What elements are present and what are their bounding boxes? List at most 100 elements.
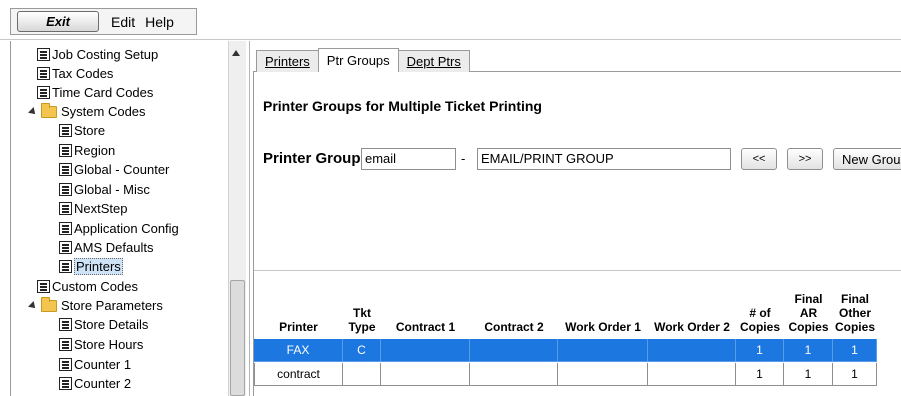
exit-button[interactable]: Exit xyxy=(17,11,99,32)
group-code-input[interactable]: email xyxy=(361,148,456,170)
column-header-text: Contract 2 xyxy=(484,320,544,334)
column-header[interactable]: Tkt Type xyxy=(343,306,381,334)
column-header-text: # of xyxy=(749,306,771,320)
menu-edit[interactable]: Edit xyxy=(111,14,135,30)
document-icon xyxy=(37,86,50,99)
document-icon xyxy=(59,377,72,390)
document-icon xyxy=(59,202,72,215)
table-cell[interactable] xyxy=(470,339,558,362)
tree-item[interactable]: Store Parameters xyxy=(28,296,163,315)
tree-item-label: Custom Codes xyxy=(52,279,138,294)
tree-item-label: Counter 2 xyxy=(74,376,132,391)
column-header-text: Tkt xyxy=(353,306,371,320)
navigation-tree[interactable]: Job Costing Setup Tax Codes Time Card Code… xyxy=(10,41,248,396)
tree-item[interactable]: Printers xyxy=(59,257,123,276)
table-cell[interactable]: 1 xyxy=(784,363,833,386)
tree-item[interactable]: Tax Codes xyxy=(37,64,113,83)
table-cell[interactable]: C xyxy=(343,339,381,362)
column-header-text: Printer xyxy=(279,320,318,334)
document-icon xyxy=(37,48,50,61)
tree-item[interactable]: Custom Codes xyxy=(37,277,138,296)
tree-item-label: Tax Codes xyxy=(52,66,114,81)
tab-dept-ptrs[interactable]: Dept Ptrs xyxy=(397,50,470,72)
table-cell[interactable] xyxy=(558,339,648,362)
document-icon xyxy=(59,124,72,137)
tree-item-label: Time Card Codes xyxy=(52,85,154,100)
document-icon xyxy=(59,222,72,235)
menu-help[interactable]: Help xyxy=(145,14,174,30)
expand-arrow-icon[interactable] xyxy=(28,106,38,117)
tree-item-label: Store Hours xyxy=(74,337,144,352)
tree-item-label: Store xyxy=(74,123,106,138)
tree-item[interactable]: System Codes xyxy=(28,102,146,121)
column-header[interactable]: Final AR Copies xyxy=(784,292,833,334)
printer-group-label: Printer Group xyxy=(263,150,361,167)
expand-arrow-icon[interactable] xyxy=(28,300,38,311)
tree-item[interactable]: Job Costing Setup xyxy=(37,45,158,64)
table-cell[interactable] xyxy=(558,363,648,386)
column-header[interactable]: Contract 1 xyxy=(381,320,470,334)
column-header[interactable]: Contract 2 xyxy=(470,320,558,334)
document-icon xyxy=(37,280,50,293)
table-row[interactable]: FAX C 1 1 1 xyxy=(254,339,901,362)
document-icon xyxy=(59,318,72,331)
tree-item[interactable]: Global - Misc xyxy=(59,180,150,199)
scrollbar-thumb[interactable] xyxy=(230,280,245,396)
column-header-text: Work Order 2 xyxy=(654,320,730,334)
column-header-text: Copies xyxy=(788,320,829,334)
new-group-button[interactable]: New Group xyxy=(833,148,901,170)
column-header-text: AR xyxy=(799,306,818,320)
tree-item-label: Store Details xyxy=(74,317,149,332)
table-cell[interactable] xyxy=(381,363,470,386)
column-header-text: Other xyxy=(838,306,871,320)
tree-item-label: System Codes xyxy=(61,104,146,119)
table-cell[interactable]: FAX xyxy=(254,339,343,362)
column-header[interactable]: Work Order 2 xyxy=(648,320,736,334)
tree-item[interactable]: Counter 2 xyxy=(59,374,131,393)
tree-item-label: Region xyxy=(74,143,116,158)
tree-item[interactable]: Time Card Codes xyxy=(37,83,153,102)
column-header[interactable]: Printer xyxy=(254,320,343,334)
document-icon xyxy=(59,163,72,176)
previous-button[interactable]: << xyxy=(741,148,777,170)
next-button[interactable]: >> xyxy=(787,148,823,170)
tree-item[interactable]: AMS Defaults xyxy=(59,238,153,257)
tab-bar: Printers Ptr Groups Dept Ptrs xyxy=(256,48,470,72)
tree-item[interactable]: Counter 1 xyxy=(59,355,131,374)
table-cell[interactable] xyxy=(381,339,470,362)
tree-item[interactable]: Store Hours xyxy=(59,335,143,354)
tree-item[interactable]: Store xyxy=(59,121,105,140)
table-cell[interactable]: 1 xyxy=(736,339,784,362)
folder-icon xyxy=(41,296,57,312)
table-cell[interactable] xyxy=(343,363,381,386)
table-cell[interactable] xyxy=(470,363,558,386)
document-icon xyxy=(59,338,72,351)
tab-ptr-groups[interactable]: Ptr Groups xyxy=(317,48,399,72)
scroll-up-icon[interactable] xyxy=(232,50,240,56)
table-cell[interactable]: 1 xyxy=(736,363,784,386)
table-cell[interactable]: 1 xyxy=(833,363,877,386)
table-cell[interactable] xyxy=(648,339,736,362)
table-cell[interactable]: 1 xyxy=(833,339,877,362)
grid-header: Printer Tkt Type Contract 1 Contract 2 Work O… xyxy=(254,270,901,338)
column-header[interactable]: Work Order 1 xyxy=(558,320,648,334)
column-header-text: Work Order 1 xyxy=(565,320,641,334)
column-header[interactable]: Final Other Copies xyxy=(833,292,877,334)
table-cell[interactable]: 1 xyxy=(784,339,833,362)
document-icon xyxy=(59,183,72,196)
document-icon xyxy=(37,67,50,80)
tree-item[interactable]: Region xyxy=(59,141,115,160)
tab-printers[interactable]: Printers xyxy=(256,50,319,72)
table-cell[interactable] xyxy=(648,363,736,386)
tree-item[interactable]: NextStep xyxy=(59,199,127,218)
menu-bar: Exit Edit Help xyxy=(0,0,901,40)
tree-item[interactable]: Store Details xyxy=(59,315,148,334)
group-description-input[interactable]: EMAIL/PRINT GROUP xyxy=(477,148,731,170)
tree-item[interactable]: Global - Counter xyxy=(59,160,169,179)
table-cell[interactable]: contract xyxy=(254,363,343,386)
tree-item-label: Job Costing Setup xyxy=(52,47,159,62)
tree-item-label: Global - Misc xyxy=(74,182,150,197)
tree-item[interactable]: Application Config xyxy=(59,219,179,238)
column-header[interactable]: # of Copies xyxy=(736,306,784,334)
table-row[interactable]: contract 1 1 1 xyxy=(254,363,901,386)
